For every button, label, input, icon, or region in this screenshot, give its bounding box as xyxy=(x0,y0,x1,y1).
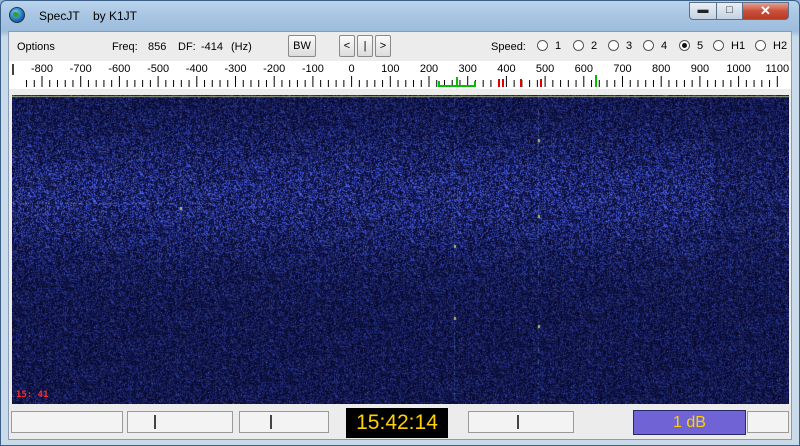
scale-tick-label: 1100 xyxy=(765,63,790,75)
prev-button[interactable]: < xyxy=(339,35,355,57)
freq-label: Freq: xyxy=(112,41,138,53)
slider-thumb[interactable] xyxy=(154,415,156,429)
bw-button[interactable]: BW xyxy=(288,35,316,57)
scale-tick-label: 900 xyxy=(690,63,710,75)
scale-tick-label: -200 xyxy=(263,63,286,75)
scale-tick-label: -600 xyxy=(108,63,131,75)
specjt-window: SpecJT by K1JT ▬ □ ✕ Options Freq: 856 D… xyxy=(0,0,800,446)
speed-radio-label: 4 xyxy=(661,40,668,52)
slider-thumb[interactable] xyxy=(270,415,272,429)
speed-label: Speed: xyxy=(491,41,526,53)
globe-icon xyxy=(9,7,25,23)
waterfall-canvas[interactable] xyxy=(12,95,789,404)
df-unit: (Hz) xyxy=(231,41,252,53)
status-panel xyxy=(747,411,789,433)
speed-radio-1[interactable] xyxy=(537,40,548,51)
client-area: Options Freq: 856 DF: -414 (Hz) BW < | >… xyxy=(8,31,792,440)
close-button[interactable]: ✕ xyxy=(742,2,789,20)
window-author: by K1JT xyxy=(93,9,138,23)
minimize-button[interactable]: ▬ xyxy=(689,2,717,20)
scale-tick-label: -100 xyxy=(301,63,324,75)
waterfall-timestamp: 15: 41 xyxy=(16,390,49,400)
scale-tick-label: -500 xyxy=(147,63,170,75)
scale-tick-label: -400 xyxy=(185,63,208,75)
frequency-scale[interactable]: -800 -700 -600 -500 -400 -300 -200 -100 0 100 200 3… xyxy=(9,61,791,89)
scale-tick-label: -300 xyxy=(224,63,247,75)
speed-radio-label: 3 xyxy=(626,40,633,52)
scale-tick-label: 0 xyxy=(348,63,355,75)
scale-tick-label: -800 xyxy=(30,63,54,75)
speed-radio-4[interactable] xyxy=(643,40,654,51)
scale-tick-label: 400 xyxy=(497,63,516,75)
speed-radio-3[interactable] xyxy=(608,40,619,51)
brightness-slider[interactable] xyxy=(127,411,233,433)
scale-tick-label: 300 xyxy=(458,63,477,75)
scale-tick-label: 700 xyxy=(613,63,632,75)
status-bar: 15:42:14 1 dB xyxy=(9,406,791,439)
title-bar[interactable]: SpecJT by K1JT ▬ □ ✕ xyxy=(1,1,799,31)
waterfall-display[interactable]: 15: 41 xyxy=(12,95,789,404)
center-button[interactable]: | xyxy=(357,35,373,57)
options-menu[interactable]: Options xyxy=(17,41,55,53)
scale-tick-label: 500 xyxy=(535,63,555,75)
toolbar: Options Freq: 856 DF: -414 (Hz) BW < | >… xyxy=(9,32,791,60)
slider-thumb[interactable] xyxy=(517,415,519,429)
scale-tick-label: 1000 xyxy=(726,63,751,75)
speed-radio-5[interactable] xyxy=(679,40,690,51)
contrast-slider[interactable] xyxy=(239,411,329,433)
maximize-button[interactable]: □ xyxy=(716,2,743,20)
minimize-icon: ▬ xyxy=(697,4,709,16)
speed-radio-label: H1 xyxy=(731,40,746,52)
utc-clock: 15:42:14 xyxy=(346,408,448,438)
speed-radio-label: H2 xyxy=(773,40,788,52)
next-button[interactable]: > xyxy=(375,35,391,57)
scale-tick-label: 600 xyxy=(574,63,593,75)
df-value: -414 xyxy=(201,41,224,53)
maximize-icon: □ xyxy=(726,4,733,16)
window-title: SpecJT xyxy=(39,9,80,23)
gain-indicator: 1 dB xyxy=(633,410,746,435)
speed-radio-h1[interactable] xyxy=(713,40,724,51)
speed-radio-2[interactable] xyxy=(573,40,584,51)
scale-tick-label: -700 xyxy=(69,63,92,75)
close-icon: ✕ xyxy=(760,3,771,18)
scale-tick-label: 800 xyxy=(652,63,671,75)
speed-radio-label: 5 xyxy=(697,40,704,52)
df-label: DF: xyxy=(178,41,196,53)
scale-tick-label: 200 xyxy=(419,63,439,75)
freq-value: 856 xyxy=(148,41,167,53)
speed-radio-label: 2 xyxy=(591,40,598,52)
scale-tick-label: 100 xyxy=(381,63,400,75)
status-panel xyxy=(11,411,123,433)
zero-slider[interactable] xyxy=(468,411,574,433)
speed-radio-h2[interactable] xyxy=(755,40,766,51)
speed-radio-label: 1 xyxy=(555,40,562,52)
